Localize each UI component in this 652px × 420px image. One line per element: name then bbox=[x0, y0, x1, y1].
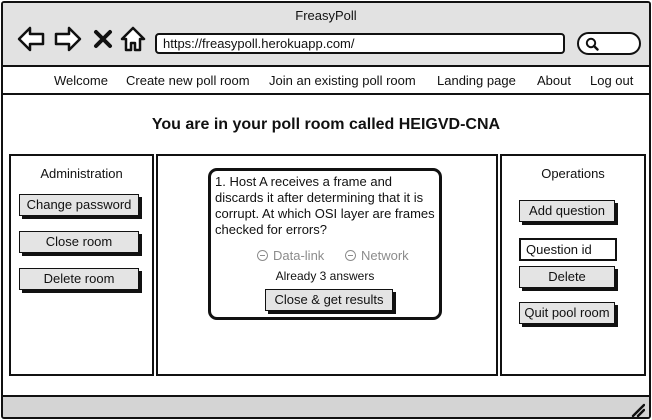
menu-item-welcome[interactable]: Welcome bbox=[54, 73, 108, 88]
resize-grip-icon[interactable] bbox=[629, 401, 645, 417]
status-bar bbox=[3, 395, 649, 417]
menu-item-about[interactable]: About bbox=[537, 73, 571, 88]
search-icon bbox=[585, 37, 599, 51]
change-password-button[interactable]: Change password bbox=[19, 194, 139, 216]
question-panel: 1. Host A receives a frame and discards … bbox=[156, 154, 498, 376]
answer-option-network[interactable]: Network bbox=[345, 248, 409, 263]
menu-item-landing-page[interactable]: Landing page bbox=[437, 73, 516, 88]
operations-title: Operations bbox=[541, 166, 605, 181]
delete-question-button[interactable]: Delete bbox=[519, 266, 615, 288]
question-text: 1. Host A receives a frame and discards … bbox=[215, 174, 435, 237]
radio-icon bbox=[345, 250, 356, 261]
answer-label: Network bbox=[361, 248, 409, 263]
answer-label: Data-link bbox=[273, 248, 325, 263]
page-title: You are in your poll room called HEIGVD-… bbox=[151, 116, 501, 133]
delete-room-button[interactable]: Delete room bbox=[19, 268, 139, 290]
quit-poll-room-button[interactable]: Quit pool room bbox=[519, 302, 615, 324]
close-room-button[interactable]: Close room bbox=[19, 231, 139, 253]
forward-arrow-icon[interactable] bbox=[54, 25, 82, 53]
operations-panel: Operations Add question Question id Dele… bbox=[500, 154, 646, 376]
back-arrow-icon[interactable] bbox=[17, 25, 45, 53]
administration-panel: Administration Change password Close roo… bbox=[9, 154, 154, 376]
main-menu: Welcome Create new poll room Join an exi… bbox=[3, 67, 649, 95]
close-get-results-button[interactable]: Close & get results bbox=[265, 289, 393, 311]
menu-item-join-poll-room[interactable]: Join an existing poll room bbox=[269, 73, 416, 88]
close-icon[interactable] bbox=[91, 27, 115, 51]
search-box[interactable] bbox=[577, 32, 641, 55]
add-question-button[interactable]: Add question bbox=[519, 200, 615, 222]
home-icon[interactable] bbox=[119, 25, 147, 53]
answer-option-data-link[interactable]: Data-link bbox=[257, 248, 324, 263]
radio-icon bbox=[257, 250, 268, 261]
menu-item-create-poll-room[interactable]: Create new poll room bbox=[126, 73, 250, 88]
url-bar[interactable]: https://freasypoll.herokuapp.com/ bbox=[155, 33, 565, 54]
browser-window: FreasyPoll https://freasypoll.herokuapp.… bbox=[1, 1, 651, 419]
menu-item-log-out[interactable]: Log out bbox=[590, 73, 633, 88]
question-card: 1. Host A receives a frame and discards … bbox=[208, 168, 442, 320]
browser-chrome: FreasyPoll https://freasypoll.herokuapp.… bbox=[3, 3, 649, 67]
administration-title: Administration bbox=[40, 166, 123, 181]
question-id-input[interactable]: Question id bbox=[519, 238, 617, 261]
window-title: FreasyPoll bbox=[295, 8, 357, 23]
answer-count: Already 3 answers bbox=[275, 269, 375, 283]
